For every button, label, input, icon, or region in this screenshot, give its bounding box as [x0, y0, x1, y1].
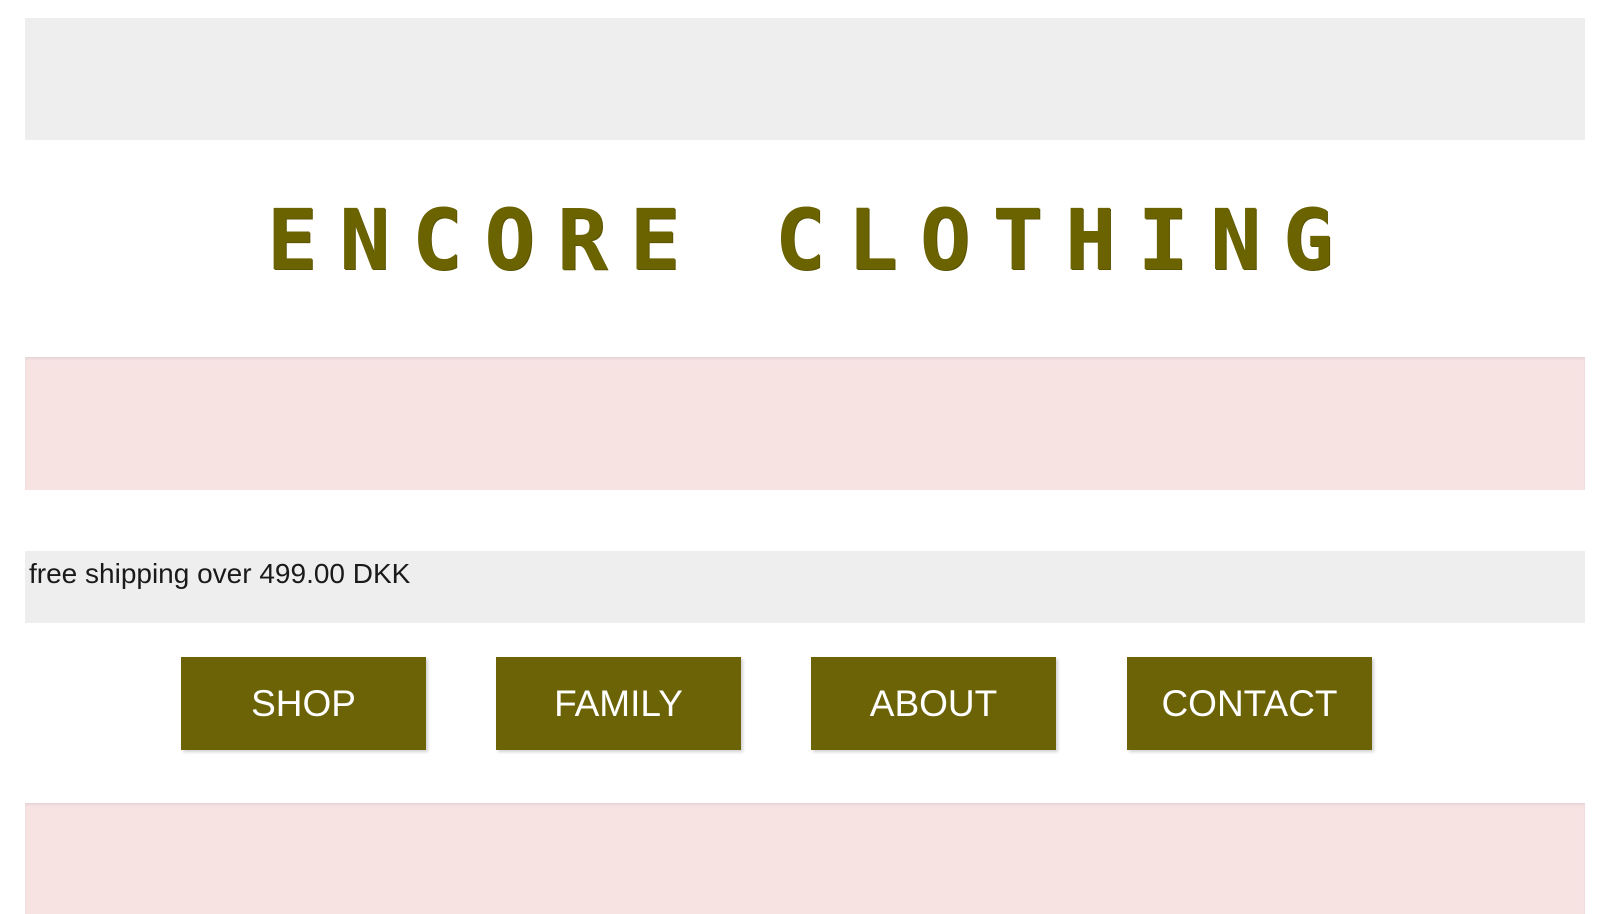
nav-shop-button[interactable]: SHOP [181, 657, 426, 750]
page: ENCORE CLOTHING free shipping over 499.0… [0, 0, 1600, 914]
brand-logo[interactable]: ENCORE CLOTHING [0, 190, 1600, 290]
nav-about-button[interactable]: ABOUT [811, 657, 1056, 750]
main-nav: SHOP FAMILY ABOUT CONTACT [181, 657, 1381, 750]
shipping-announcement-text: free shipping over 499.00 DKK [29, 558, 411, 589]
nav-contact-button[interactable]: CONTACT [1127, 657, 1372, 750]
shipping-announcement-bar: free shipping over 499.00 DKK [25, 551, 1585, 623]
pink-banner [25, 357, 1585, 490]
nav-family-button[interactable]: FAMILY [496, 657, 741, 750]
pink-content-banner [25, 803, 1585, 914]
top-banner [25, 18, 1585, 140]
